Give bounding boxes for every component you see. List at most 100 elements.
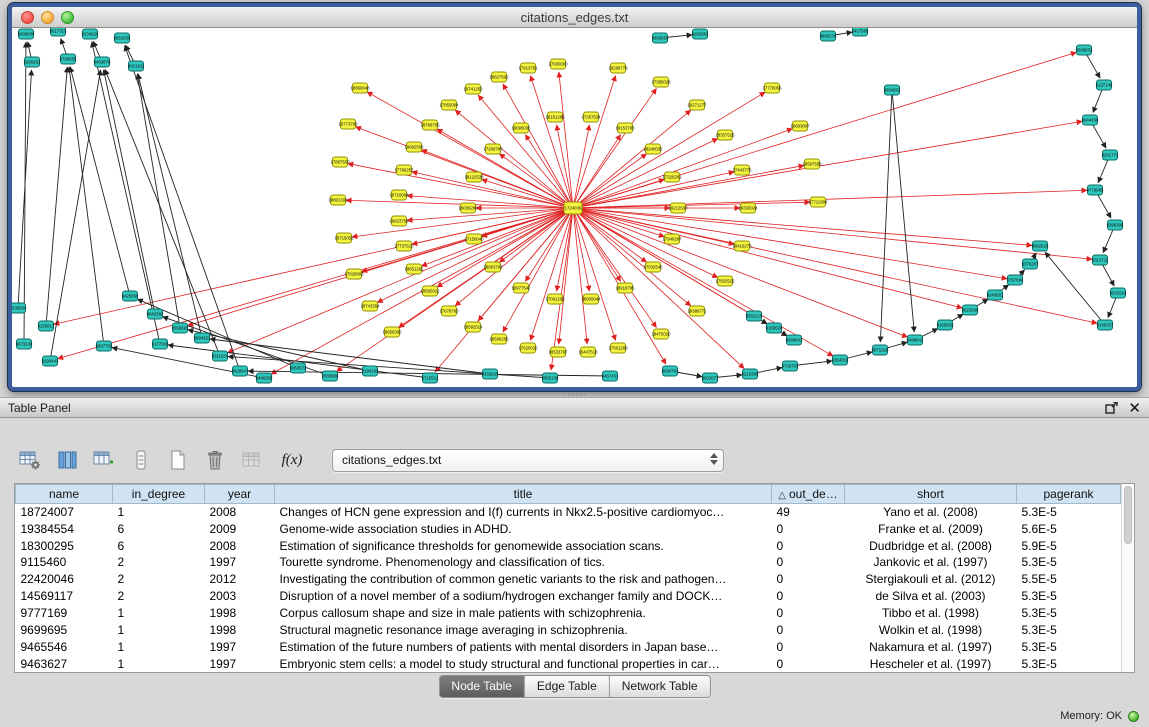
- graph-node[interactable]: 18651261: [404, 264, 424, 274]
- table-row[interactable]: 911546021997Tourette syndrome. Phenomeno…: [16, 554, 1121, 571]
- table-scrollbar[interactable]: [1121, 484, 1134, 672]
- graph-node[interactable]: 9375207: [1022, 259, 1039, 269]
- float-panel-button[interactable]: [1105, 402, 1118, 414]
- graph-node[interactable]: 9240581: [987, 290, 1004, 300]
- graph-node[interactable]: 9694321: [194, 333, 211, 343]
- table-row[interactable]: 1872400712008Changes of HCN gene express…: [16, 504, 1121, 521]
- graph-node[interactable]: 9517313: [50, 28, 67, 36]
- graph-node[interactable]: 19506265: [489, 334, 509, 344]
- graph-node[interactable]: 18240032: [643, 144, 663, 154]
- graph-node[interactable]: 9269252: [24, 57, 41, 67]
- graph-node[interactable]: 9354016: [832, 355, 849, 365]
- graph-node[interactable]: 9538504: [12, 303, 27, 313]
- graph-node[interactable]: 9148337: [1097, 320, 1114, 330]
- graph-node[interactable]: 9290443: [42, 356, 59, 366]
- graph-node[interactable]: 9665650: [652, 33, 669, 43]
- graph-node[interactable]: 17913751: [518, 63, 538, 73]
- graph-node[interactable]: 18592514: [463, 322, 483, 332]
- graph-node[interactable]: 17000000: [548, 59, 568, 69]
- table-row[interactable]: 977716911998Corpus callosum shape and si…: [16, 605, 1121, 622]
- add-column-button[interactable]: [90, 446, 118, 474]
- graph-node[interactable]: 19388771: [687, 306, 707, 316]
- graph-node[interactable]: 9673130: [16, 339, 33, 349]
- graph-node[interactable]: 19682506: [404, 142, 424, 152]
- graph-node[interactable]: 9177008: [152, 339, 169, 349]
- scrollbar-thumb[interactable]: [1124, 486, 1132, 544]
- graph-node[interactable]: 17796257: [394, 165, 414, 175]
- graph-node[interactable]: 9580886: [322, 371, 339, 381]
- graph-node[interactable]: 9686841: [786, 335, 803, 345]
- graph-node[interactable]: 9403878: [94, 57, 111, 67]
- table-row[interactable]: 969969511998Structural magnetic resonanc…: [16, 621, 1121, 638]
- graph-node[interactable]: 18827502: [489, 72, 509, 82]
- graph-node[interactable]: 17828803: [344, 269, 364, 279]
- graph-node[interactable]: 9311634: [212, 351, 229, 361]
- graph-node[interactable]: 9198199: [362, 366, 379, 376]
- table-row[interactable]: 946554611997Estimation of the future num…: [16, 638, 1121, 655]
- graph-node[interactable]: 18918795: [615, 283, 635, 293]
- table-row[interactable]: 946362711997Embryonic stem cells: a mode…: [16, 655, 1121, 672]
- graph-node[interactable]: 1724036: [564, 202, 582, 214]
- network-canvas[interactable]: 9000000951731391346269651939926925297865…: [12, 28, 1137, 387]
- graph-node[interactable]: 9828947: [232, 366, 249, 376]
- citation-network-graph[interactable]: 9000000951731391346269651939926925297865…: [12, 28, 1137, 387]
- close-window-button[interactable]: [21, 11, 34, 24]
- graph-node[interactable]: 17208787: [483, 144, 503, 154]
- graph-node[interactable]: 9013711: [1092, 255, 1109, 265]
- graph-node[interactable]: 19656305: [382, 327, 402, 337]
- graph-node[interactable]: 17561269: [608, 343, 628, 353]
- column-header-short[interactable]: short: [845, 485, 1017, 504]
- graph-node[interactable]: 9488642: [907, 335, 924, 345]
- close-panel-button[interactable]: ✕: [1128, 401, 1141, 415]
- table-row[interactable]: 1830029562008Estimation of significance …: [16, 537, 1121, 554]
- graph-node[interactable]: 18298779: [608, 63, 628, 73]
- graph-node[interactable]: 9651939: [114, 33, 131, 43]
- import-table-button[interactable]: [238, 446, 266, 474]
- graph-node[interactable]: 17443775: [732, 165, 752, 175]
- graph-node[interactable]: 19330024: [738, 203, 758, 213]
- graph-node[interactable]: 17887550: [330, 157, 350, 167]
- graph-node[interactable]: 9417589: [852, 28, 869, 36]
- graph-node[interactable]: 9509833: [1076, 45, 1093, 55]
- graph-node[interactable]: 9396398: [1107, 220, 1124, 230]
- graph-node[interactable]: 9800276: [820, 31, 837, 41]
- graph-node[interactable]: 9169528: [766, 323, 783, 333]
- graph-node[interactable]: 9034902: [884, 85, 901, 95]
- graph-node[interactable]: 9084764: [662, 366, 679, 376]
- graph-node[interactable]: 9446260: [256, 373, 273, 383]
- graph-node[interactable]: 18768755: [420, 120, 440, 130]
- graph-node[interactable]: 9155817: [38, 321, 55, 331]
- graph-node[interactable]: 19212530: [668, 203, 688, 213]
- graph-node[interactable]: 17620016: [518, 343, 538, 353]
- column-header-year[interactable]: year: [205, 485, 275, 504]
- graph-node[interactable]: 9559695: [172, 323, 189, 333]
- tab-edge-table[interactable]: Edge Table: [524, 676, 609, 697]
- graph-node[interactable]: 9134626: [82, 29, 99, 39]
- graph-node[interactable]: 18742554: [360, 301, 380, 311]
- graph-node[interactable]: 19715052: [334, 233, 354, 243]
- column-header-out_de[interactable]: △out_de…: [772, 485, 845, 504]
- graph-node[interactable]: 9850138: [542, 373, 559, 383]
- new-row-button[interactable]: [164, 446, 192, 474]
- graph-node[interactable]: 17150040: [464, 234, 484, 244]
- table-row[interactable]: 1456911722003Disruption of a novel membe…: [16, 588, 1121, 605]
- graph-node[interactable]: 9715512: [422, 373, 439, 383]
- graph-node[interactable]: 17855004: [439, 100, 459, 110]
- graph-node[interactable]: 17678763: [439, 306, 459, 316]
- graph-node[interactable]: 18533767: [548, 347, 568, 357]
- zoom-window-button[interactable]: [61, 11, 74, 24]
- graph-node[interactable]: 18063791: [483, 262, 503, 272]
- table-row[interactable]: 1938455462009Genome-wide association stu…: [16, 520, 1121, 537]
- tab-node-table[interactable]: Node Table: [439, 676, 524, 697]
- graph-node[interactable]: 9219390: [742, 369, 759, 379]
- show-columns-button[interactable]: [53, 446, 81, 474]
- graph-node[interactable]: 19597558: [802, 159, 822, 169]
- graph-node[interactable]: 9425069: [122, 291, 139, 301]
- column-settings-button[interactable]: [16, 446, 44, 474]
- graph-node[interactable]: 9000000: [18, 29, 35, 39]
- graph-node[interactable]: 19447518: [578, 347, 598, 357]
- graph-node[interactable]: 18977542: [511, 283, 531, 293]
- table-row[interactable]: 2242004622012Investigating the contribut…: [16, 571, 1121, 588]
- column-header-name[interactable]: name: [16, 485, 113, 504]
- graph-node[interactable]: 17711309: [809, 197, 828, 207]
